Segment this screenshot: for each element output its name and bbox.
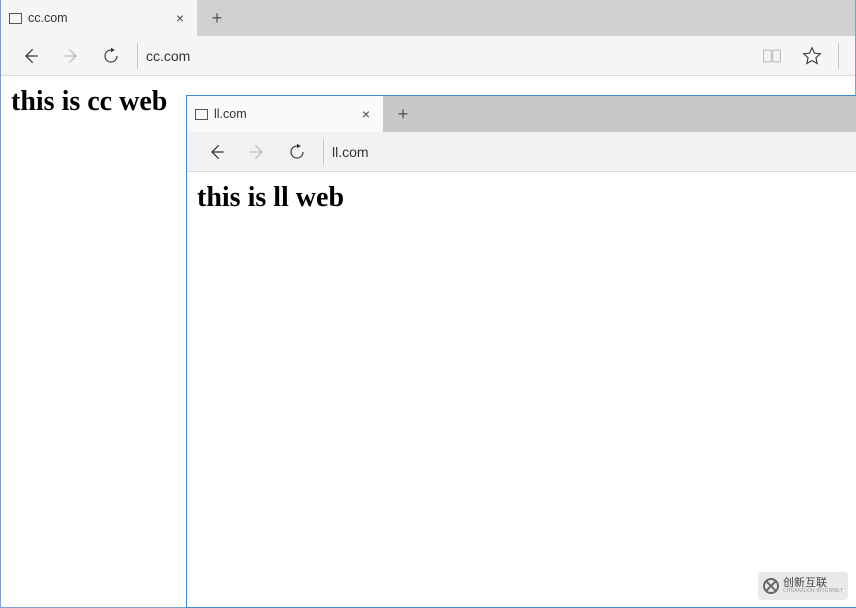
page-content: this is ll web bbox=[187, 172, 856, 224]
page-heading: this is ll web bbox=[197, 182, 846, 214]
watermark-logo-icon bbox=[763, 578, 779, 594]
arrow-left-icon bbox=[207, 142, 227, 162]
arrow-right-icon bbox=[247, 142, 267, 162]
arrow-left-icon bbox=[21, 46, 41, 66]
toolbar-divider-right bbox=[838, 43, 839, 69]
arrow-right-icon bbox=[61, 46, 81, 66]
tabstrip: ll.com × + bbox=[187, 96, 856, 132]
favorites-button[interactable] bbox=[792, 36, 832, 76]
page-icon bbox=[9, 13, 22, 24]
tabstrip: cc.com × + bbox=[1, 0, 855, 36]
tab-title: ll.com bbox=[214, 107, 351, 121]
back-button[interactable] bbox=[197, 132, 237, 172]
tab-active[interactable]: cc.com × bbox=[1, 0, 197, 36]
refresh-icon bbox=[288, 143, 306, 161]
back-button[interactable] bbox=[11, 36, 51, 76]
tab-title: cc.com bbox=[28, 11, 165, 25]
page-icon bbox=[195, 109, 208, 120]
address-bar[interactable] bbox=[330, 140, 846, 164]
watermark-text: 创新互联 CHUANGXIN INTERNET bbox=[783, 578, 843, 594]
toolbar bbox=[187, 132, 856, 172]
toolbar-divider bbox=[323, 139, 324, 165]
forward-button[interactable] bbox=[51, 36, 91, 76]
close-tab-button[interactable]: × bbox=[171, 10, 189, 26]
browser-window-front: ll.com × + this is ll web bbox=[186, 95, 856, 608]
watermark-line2: CHUANGXIN INTERNET bbox=[783, 589, 843, 594]
watermark: 创新互联 CHUANGXIN INTERNET bbox=[758, 572, 848, 600]
book-icon bbox=[762, 47, 782, 65]
refresh-button[interactable] bbox=[91, 36, 131, 76]
reading-view-button[interactable] bbox=[752, 36, 792, 76]
forward-button[interactable] bbox=[237, 132, 277, 172]
tab-active[interactable]: ll.com × bbox=[187, 96, 383, 132]
new-tab-button[interactable]: + bbox=[383, 96, 423, 132]
toolbar-divider bbox=[137, 43, 138, 69]
address-bar[interactable] bbox=[144, 44, 752, 68]
toolbar bbox=[1, 36, 855, 76]
toolbar-right bbox=[752, 36, 845, 76]
refresh-icon bbox=[102, 47, 120, 65]
refresh-button[interactable] bbox=[277, 132, 317, 172]
close-tab-button[interactable]: × bbox=[357, 106, 375, 122]
star-icon bbox=[802, 46, 822, 66]
new-tab-button[interactable]: + bbox=[197, 0, 237, 36]
